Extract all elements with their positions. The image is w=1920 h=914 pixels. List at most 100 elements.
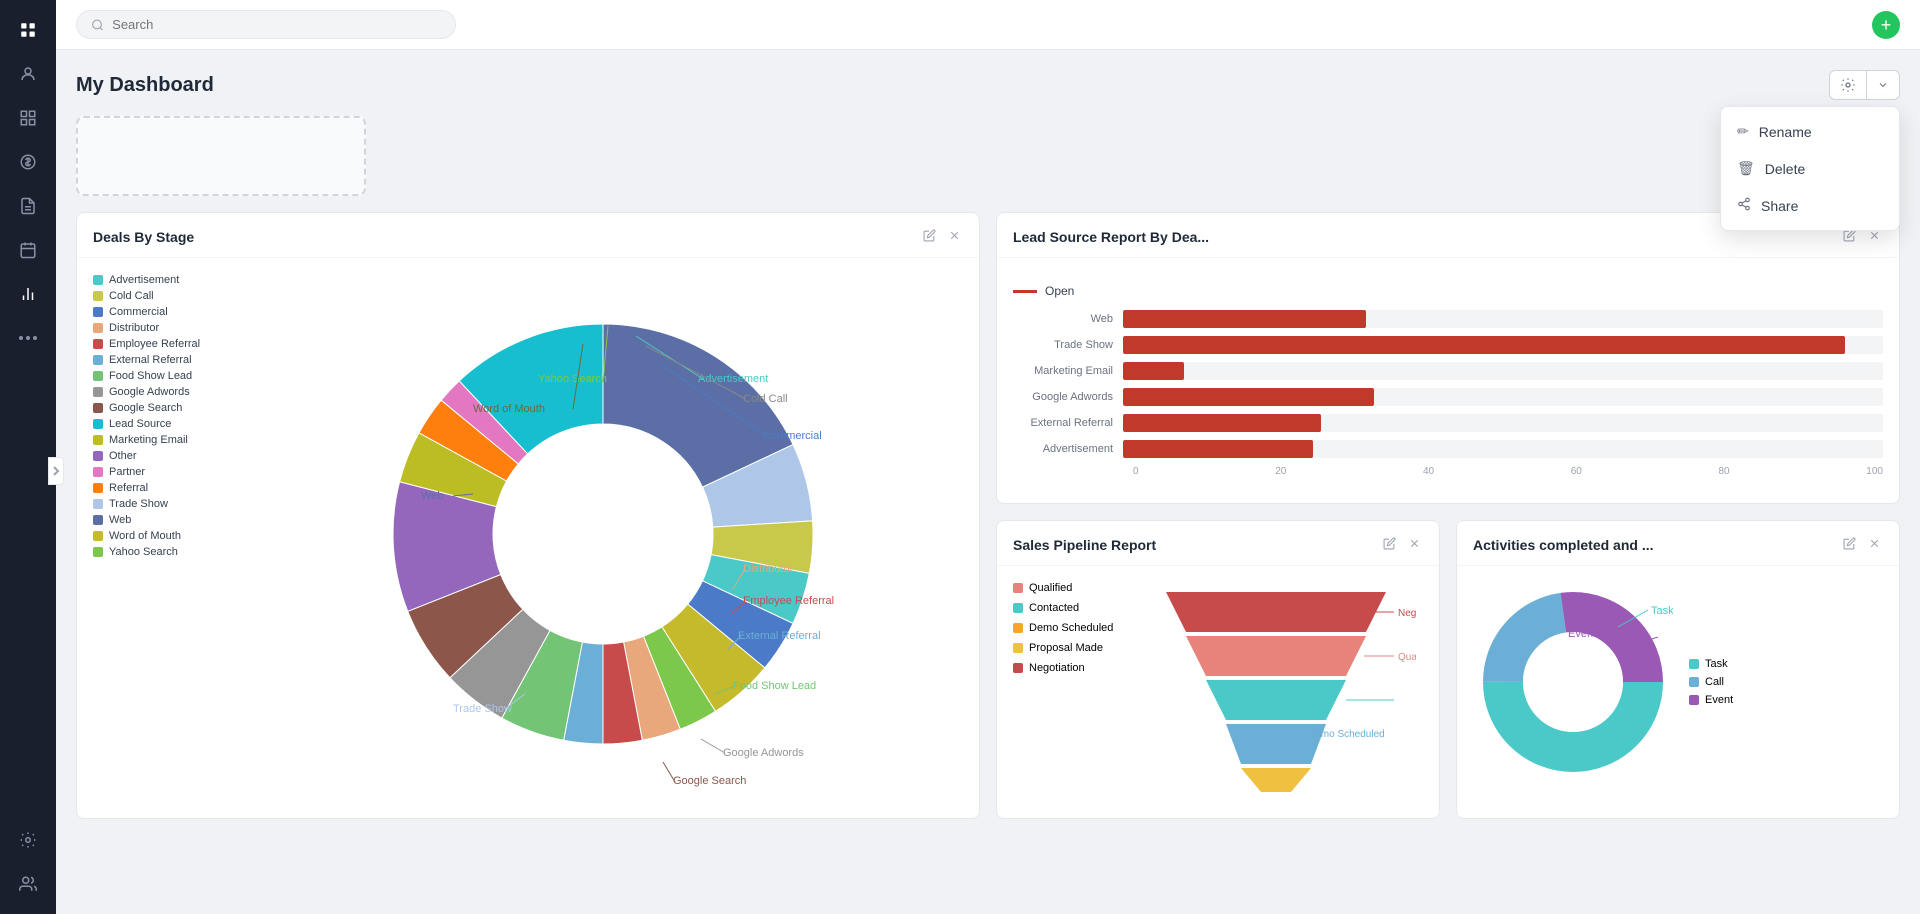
callout-qualified: Qualified xyxy=(1398,652,1416,663)
callout-food-show: Food Show Lead xyxy=(733,680,816,692)
dashboard-header: My Dashboard xyxy=(76,70,1900,100)
lead-source-title: Lead Source Report By Dea... xyxy=(1013,229,1209,245)
bar-label-advertisement: Advertisement xyxy=(1013,443,1123,455)
legend-item-partner: Partner xyxy=(93,466,223,478)
legend-item-employee-referral: Employee Referral xyxy=(93,338,223,350)
funnel-legend-demo: Demo Scheduled xyxy=(1013,622,1113,634)
sidebar-icon-settings[interactable] xyxy=(10,822,46,858)
activities-widget: Activities completed and ... xyxy=(1456,520,1900,819)
topbar: + xyxy=(56,0,1920,50)
legend-item-other: Other xyxy=(93,450,223,462)
dropdown-share[interactable]: Share xyxy=(1721,187,1899,224)
sidebar-expand-btn[interactable] xyxy=(48,457,64,485)
sidebar-icon-user2[interactable] xyxy=(10,866,46,902)
bar-fill-web xyxy=(1123,310,1366,328)
dropdown-menu: ✏ Rename 🗑 Delete Share xyxy=(1720,106,1900,231)
activities-header: Activities completed and ... xyxy=(1457,521,1899,566)
sidebar-icon-chart[interactable] xyxy=(10,100,46,136)
bar-chart-legend: Open xyxy=(1013,284,1883,298)
donut-chart-area: Yahoo Search Word of Mouth Advertisement… xyxy=(243,274,963,794)
sales-pipeline-edit-btn[interactable] xyxy=(1381,535,1398,555)
funnel-container: Qualified Contacted Demo Scheduled xyxy=(1013,582,1423,802)
deals-edit-btn[interactable] xyxy=(921,227,938,247)
task-callout-label: Task xyxy=(1651,605,1673,617)
sidebar-icon-calendar[interactable] xyxy=(10,232,46,268)
funnel-legend-negotiation: Negotiation xyxy=(1013,662,1113,674)
callout-commercial: Commercial xyxy=(763,430,822,442)
callout-google-adwords: Google Adwords xyxy=(723,747,804,759)
callout-word-of-mouth: Word of Mouth xyxy=(473,403,545,415)
callout-yahoo-search: Yahoo Search xyxy=(538,373,607,385)
legend-item-referral: Referral xyxy=(93,482,223,494)
deals-widget-actions xyxy=(921,227,963,247)
deals-widget-body: Advertisement Cold Call Commercial Distr… xyxy=(77,258,979,810)
legend-item-yahoo-search: Yahoo Search xyxy=(93,546,223,558)
bar-label-google-adwords: Google Adwords xyxy=(1013,391,1123,403)
funnel-legend-qualified: Qualified xyxy=(1013,582,1113,594)
funnel-legend: Qualified Contacted Demo Scheduled xyxy=(1013,582,1113,674)
funnel-legend-contacted: Contacted xyxy=(1013,602,1113,614)
dropdown-delete[interactable]: 🗑 Delete xyxy=(1721,150,1899,187)
event-callout-label: Event xyxy=(1568,628,1596,640)
legend-item-marketing-email: Marketing Email xyxy=(93,434,223,446)
legend-item-distributor: Distributor xyxy=(93,322,223,334)
funnel-svg-area: Negotiation Qualified Demo Scheduled xyxy=(1129,582,1423,802)
legend-item-coldcall: Cold Call xyxy=(93,290,223,302)
legend-item-lead-source: Lead Source xyxy=(93,418,223,430)
callout-web: Web xyxy=(421,490,443,502)
search-box[interactable] xyxy=(76,10,456,39)
bar-row-trade-show: Trade Show xyxy=(1013,336,1883,354)
deals-by-stage-widget: Deals By Stage Advertisemen xyxy=(76,212,980,819)
sales-pipeline-header: Sales Pipeline Report xyxy=(997,521,1439,566)
legend-item-word-of-mouth: Word of Mouth xyxy=(93,530,223,542)
sidebar-icon-user[interactable] xyxy=(10,56,46,92)
activities-close-btn[interactable] xyxy=(1866,535,1883,555)
callout-google-search: Google Search xyxy=(673,775,746,787)
search-icon xyxy=(91,18,104,32)
funnel-contacted xyxy=(1206,680,1346,720)
activities-body: Task Event Task Call xyxy=(1457,566,1899,798)
sidebar-icon-dollar[interactable] xyxy=(10,144,46,180)
bar-fill-google-adwords xyxy=(1123,388,1374,406)
bar-axis: 0 20 40 60 80 100 xyxy=(1133,466,1883,477)
callout-demo: Demo Scheduled xyxy=(1308,729,1385,740)
bar-label-external-referral: External Referral xyxy=(1013,417,1123,429)
callout-distributor: Distributor xyxy=(743,563,793,575)
search-input[interactable] xyxy=(112,17,441,32)
activities-donut-svg: Task Event xyxy=(1473,582,1673,782)
deals-close-btn[interactable] xyxy=(946,227,963,247)
callout-external-referral: External Referral xyxy=(738,630,821,642)
sidebar-icon-grid[interactable] xyxy=(10,12,46,48)
funnel-svg: Negotiation Qualified Demo Scheduled xyxy=(1136,582,1416,802)
bar-label-trade-show: Trade Show xyxy=(1013,339,1123,351)
sales-pipeline-close-btn[interactable] xyxy=(1406,535,1423,555)
dropdown-rename[interactable]: ✏ Rename xyxy=(1721,113,1899,150)
deals-widget-header: Deals By Stage xyxy=(77,213,979,258)
donut-legend: Advertisement Cold Call Commercial Distr… xyxy=(93,274,223,558)
add-button[interactable]: + xyxy=(1872,11,1900,39)
bar-track-marketing-email xyxy=(1123,362,1883,380)
lead-source-body: Open Web Trade Show xyxy=(997,258,1899,503)
activities-edit-btn[interactable] xyxy=(1841,535,1858,555)
bar-row-web: Web xyxy=(1013,310,1883,328)
sales-pipeline-title: Sales Pipeline Report xyxy=(1013,537,1156,553)
bar-track-advertisement xyxy=(1123,440,1883,458)
gear-button[interactable] xyxy=(1830,71,1866,99)
funnel-negotiation xyxy=(1166,592,1386,632)
sidebar-icon-analytics[interactable] xyxy=(10,276,46,312)
legend-item-web: Web xyxy=(93,514,223,526)
legend-item-trade-show: Trade Show xyxy=(93,498,223,510)
main-content: + My Dashboard ✏ Rename 🗑 Delete xyxy=(56,0,1920,914)
right-column: Lead Source Report By Dea... xyxy=(996,212,1900,819)
sidebar-icon-more[interactable] xyxy=(10,320,46,356)
sidebar-icon-doc[interactable] xyxy=(10,188,46,224)
legend-task: Task xyxy=(1689,658,1733,670)
bar-fill-trade-show xyxy=(1123,336,1845,354)
bar-fill-external-referral xyxy=(1123,414,1321,432)
bar-label-web: Web xyxy=(1013,313,1123,325)
callout-negotiation: Negotiation xyxy=(1398,608,1416,619)
sales-pipeline-body: Qualified Contacted Demo Scheduled xyxy=(997,566,1439,818)
chevron-button[interactable] xyxy=(1866,71,1899,99)
bar-row-external-referral: External Referral xyxy=(1013,414,1883,432)
placeholder-widget xyxy=(76,116,366,196)
